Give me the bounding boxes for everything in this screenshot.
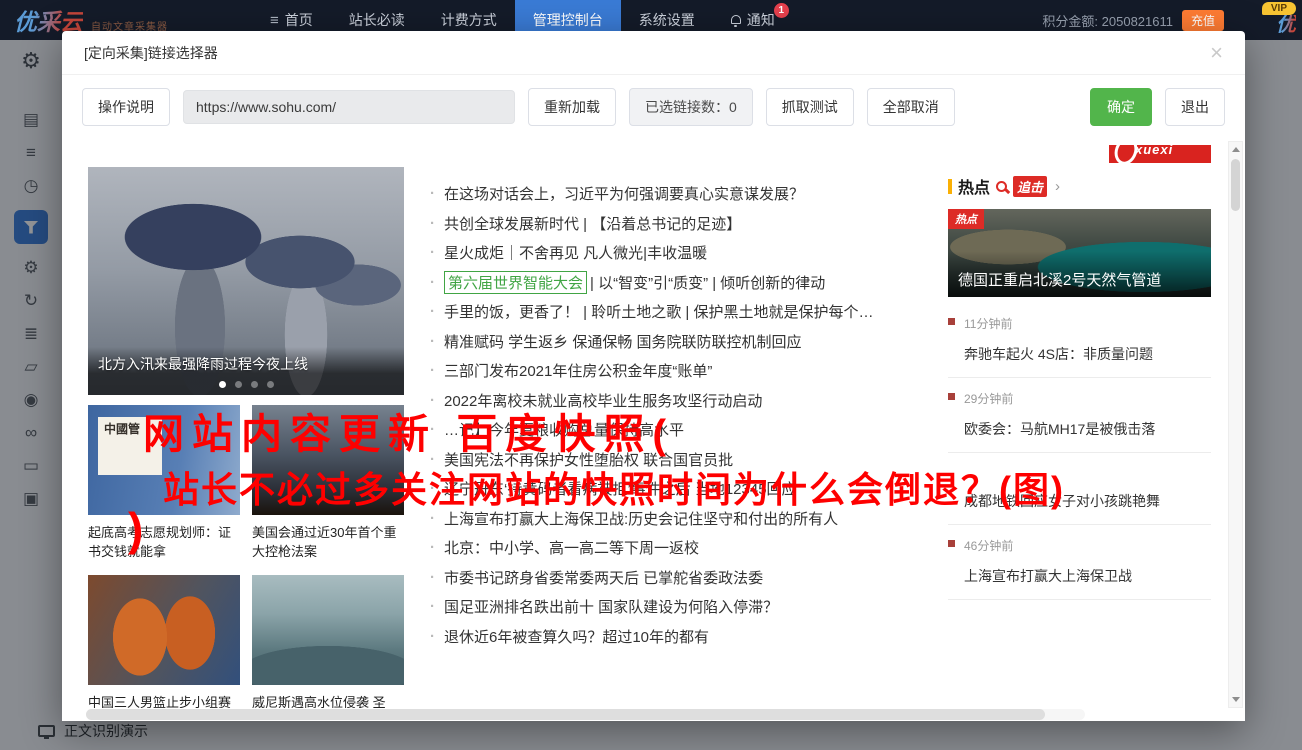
url-input[interactable]	[183, 90, 515, 124]
hot-topics-panel: 热点 追击 › 热点 德国正重启北溪2号天然气管道 11分钟前	[948, 167, 1211, 708]
help-button[interactable]: 操作说明	[82, 88, 170, 126]
exit-button[interactable]: 退出	[1165, 88, 1225, 126]
headline-link[interactable]: 三部门发布2021年住房公积金年度“账单”	[430, 356, 933, 386]
close-icon[interactable]: ×	[1210, 43, 1223, 63]
annotation-line-2: 站长不必过多关注网站的快照时间为什么会倒退？(图)	[163, 461, 1065, 513]
reload-button[interactable]: 重新加载	[528, 88, 616, 126]
annotation-line-3: )	[128, 502, 143, 556]
bell-icon	[731, 15, 741, 24]
carousel-dot[interactable]	[235, 381, 242, 388]
hot-news-item[interactable]: 11分钟前 奔驰车起火 4S店：非质量问题	[948, 303, 1211, 378]
hot-lead-story[interactable]: 热点 德国正重启北溪2号天然气管道	[948, 209, 1211, 297]
promo-banner-text: xuexi	[1135, 145, 1211, 157]
headline-link[interactable]: 市委书记跻身省委常委两天后 已掌舵省委政法委	[430, 563, 933, 593]
headline-link-selected[interactable]: 第六届世界智能大会 | 以“智变”引“质变” | 倾听创新的律动	[430, 268, 933, 298]
screen: 优采云 自动文章采集器 ≡首页 站长必读 计费方式 管理控制台 系统设置 通知 …	[0, 0, 1302, 750]
selected-links-count[interactable]: 已选链接数：0	[629, 88, 753, 126]
hot-topics-title: 热点	[958, 174, 990, 198]
horizontal-scrollbar-thumb[interactable]	[86, 709, 1045, 720]
notification-badge: 1	[774, 3, 789, 18]
photo-card-caption: 美国会通过近30年首个重大控枪法案	[252, 523, 404, 561]
carousel-dot[interactable]	[251, 381, 258, 388]
recharge-button[interactable]: 充值	[1182, 10, 1224, 31]
confirm-button[interactable]: 确定	[1090, 88, 1152, 126]
magnifier-icon	[996, 181, 1007, 192]
link-selector-modal: [定向采集]链接选择器 × 操作说明 重新加载 已选链接数：0 抓取测试 全部取…	[62, 31, 1245, 721]
scroll-down-button[interactable]	[1229, 692, 1242, 707]
hot-item-title: 奔驰车起火 4S店：非质量问题	[964, 346, 1153, 362]
credits-amount: 积分金额: 2050821611	[1042, 11, 1173, 30]
selected-link-highlight[interactable]: 第六届世界智能大会	[444, 271, 587, 294]
photo-card-caption: 中国三人男篮止步小组赛	[88, 693, 240, 708]
news-photo	[88, 575, 240, 685]
vertical-scrollbar-thumb[interactable]	[1231, 159, 1240, 211]
corner-logo-icon[interactable]: 优	[1276, 15, 1296, 35]
hot-news-item[interactable]: 29分钟前 欧委会：马航MH17是被俄击落	[948, 378, 1211, 453]
scroll-up-button[interactable]	[1229, 142, 1242, 157]
corner-badges: VIP 优	[1262, 2, 1296, 35]
hot-item-title: 欧委会：马航MH17是被俄击落	[964, 421, 1155, 437]
cancel-all-button[interactable]: 全部取消	[867, 88, 955, 126]
photo-card-caption: 威尼斯遇高水位侵袭 圣	[252, 693, 404, 708]
horizontal-scrollbar[interactable]	[86, 709, 1085, 720]
accent-bar	[948, 179, 952, 194]
headline-link[interactable]: 精准赋码 学生返乡 保通保畅 国务院联防联控机制回应	[430, 327, 933, 357]
hot-tag: 热点	[948, 209, 984, 229]
carousel-dots	[98, 381, 394, 388]
hot-news-list: 11分钟前 奔驰车起火 4S店：非质量问题 29分钟前 欧委会：马航MH17是被…	[948, 303, 1211, 600]
headline-link[interactable]: 共创全球发展新时代 | 【沿着总书记的足迹】	[430, 209, 933, 239]
hot-topics-title-badge: 追击	[1013, 176, 1047, 197]
hot-item-title: 上海宣布打赢大上海保卫战	[964, 568, 1132, 584]
photo-card[interactable]: 中国三人男篮止步小组赛	[88, 575, 240, 708]
headline-link[interactable]: 国足亚洲排名跌出前十 国家队建设为何陷入停滞？	[430, 592, 933, 622]
carousel-dot[interactable]	[219, 381, 226, 388]
annotation-line-1: 网站内容更新 百度快照(	[143, 400, 674, 460]
carousel[interactable]: 北方入汛来最强降雨过程今夜上线	[88, 167, 404, 395]
headline-link[interactable]: 退休近6年被查算久吗？超过10年的都有	[430, 622, 933, 652]
headline-link[interactable]: 在这场对话会上，习近平为何强调要真心实意谋发展？	[430, 179, 933, 209]
headline-link[interactable]: 北京：中小学、高一高二等下周一返校	[430, 533, 933, 563]
hot-lead-caption: 德国正重启北溪2号天然气管道	[948, 251, 1211, 297]
hot-news-item[interactable]: 46分钟前 上海宣布打赢大上海保卫战	[948, 525, 1211, 600]
vertical-scrollbar[interactable]	[1228, 141, 1243, 708]
hamburger-icon: ≡	[270, 12, 279, 29]
news-photo	[252, 575, 404, 685]
modal-toolbar: 操作说明 重新加载 已选链接数：0 抓取测试 全部取消 确定 退出	[62, 75, 1245, 139]
hot-item-time: 46分钟前	[964, 537, 1211, 554]
carousel-dot[interactable]	[267, 381, 274, 388]
photo-card[interactable]: 威尼斯遇高水位侵袭 圣	[252, 575, 404, 708]
hot-item-time: 29分钟前	[964, 390, 1211, 407]
chevron-right-icon: ›	[1055, 178, 1060, 195]
hot-item-time: 11分钟前	[964, 315, 1211, 332]
headline-link[interactable]: 手里的饭，更香了！ | 聆听土地之歌 | 保护黑土地就是保护每个…	[430, 297, 933, 327]
photo-card-caption: 起底高考志愿规划师：证书交钱就能拿	[88, 523, 240, 561]
headline-link[interactable]: 星火成炬｜不舍再见 凡人微光|丰收温暖	[430, 238, 933, 268]
grab-test-button[interactable]: 抓取测试	[766, 88, 854, 126]
hot-topics-header[interactable]: 热点 追击 ›	[948, 175, 1211, 197]
modal-title: [定向采集]链接选择器	[84, 43, 218, 63]
modal-header: [定向采集]链接选择器 ×	[62, 31, 1245, 75]
carousel-caption: 北方入汛来最强降雨过程今夜上线	[98, 354, 394, 374]
promo-banner[interactable]: xuexi	[1109, 145, 1211, 163]
